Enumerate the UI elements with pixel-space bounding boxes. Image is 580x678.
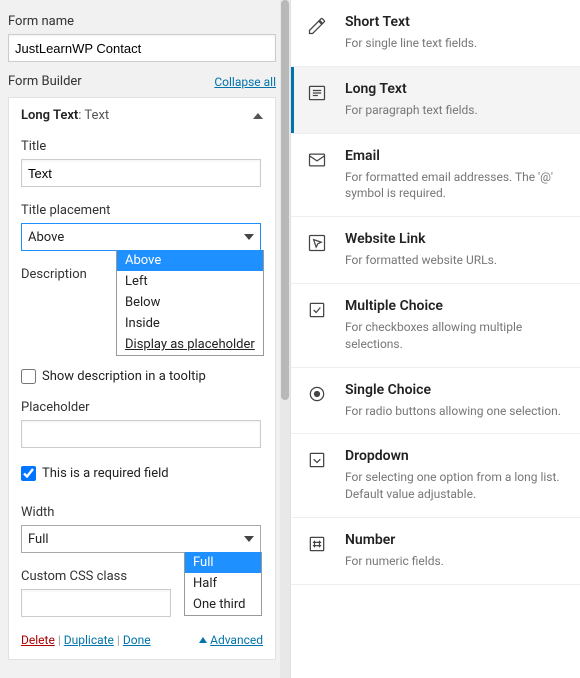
field-type-short-text[interactable]: Short Text For single line text fields. (291, 0, 580, 67)
field-name: Website Link (345, 231, 497, 247)
field-name: Email (345, 148, 562, 164)
option-above[interactable]: Above (117, 250, 263, 271)
paragraph-icon (307, 83, 327, 103)
option-left[interactable]: Left (117, 271, 263, 292)
field-desc: For formatted email addresses. The '@' s… (345, 169, 562, 203)
title-placement-select[interactable]: Above (21, 223, 261, 251)
field-type-multiple-choice[interactable]: Multiple Choice For checkboxes allowing … (291, 284, 580, 368)
done-link[interactable]: Done (123, 633, 151, 647)
chevron-up-icon[interactable] (253, 113, 263, 119)
field-desc: For numeric fields. (345, 553, 444, 570)
width-label: Width (21, 505, 263, 520)
title-label: Title (21, 139, 263, 154)
form-builder-left: Form name Form Builder Collapse all Long… (0, 0, 290, 678)
field-desc: For formatted website URLs. (345, 252, 497, 269)
collapse-all-link[interactable]: Collapse all (214, 75, 276, 89)
field-type-website-link[interactable]: Website Link For formatted website URLs. (291, 217, 580, 284)
advanced-link[interactable]: Advanced (199, 633, 263, 647)
checkbox-icon (307, 300, 327, 320)
chevron-down-icon (244, 234, 254, 240)
placeholder-label: Placeholder (21, 400, 263, 415)
field-type-email[interactable]: Email For formatted email addresses. The… (291, 134, 580, 218)
hash-icon (307, 534, 327, 554)
title-input[interactable] (21, 159, 261, 187)
field-name: Long Text (345, 81, 478, 97)
required-checkbox[interactable] (21, 466, 36, 481)
form-name-label: Form name (8, 14, 276, 29)
scrollbar-thumb[interactable] (281, 0, 289, 400)
css-class-input[interactable] (21, 589, 171, 617)
field-name: Single Choice (345, 382, 561, 398)
field-name: Multiple Choice (345, 298, 562, 314)
form-builder-heading: Form Builder (8, 74, 82, 89)
width-dropdown: Full Half One third (184, 552, 262, 616)
option-full[interactable]: Full (185, 552, 261, 573)
show-tooltip-label: Show description in a tooltip (42, 369, 206, 384)
envelope-icon (307, 150, 327, 170)
field-settings-panel: Long Text: Text Title Title placement Ab… (8, 97, 276, 660)
field-desc: For radio buttons allowing one selection… (345, 403, 561, 420)
width-select[interactable]: Full (21, 525, 261, 553)
field-type-dropdown[interactable]: Dropdown For selecting one option from a… (291, 434, 580, 518)
field-name: Number (345, 532, 444, 548)
option-inside[interactable]: Inside (117, 313, 263, 334)
field-name: Dropdown (345, 448, 562, 464)
delete-link[interactable]: Delete (21, 633, 55, 647)
field-types-list: Short Text For single line text fields. … (290, 0, 580, 678)
field-type-number[interactable]: Number For numeric fields. (291, 518, 580, 585)
field-desc: For paragraph text fields. (345, 102, 478, 119)
title-placement-label: Title placement (21, 203, 263, 218)
left-scrollbar[interactable] (280, 0, 290, 678)
option-half[interactable]: Half (185, 573, 261, 594)
form-name-input[interactable] (8, 34, 276, 62)
panel-title: Long Text: Text (21, 108, 109, 123)
radio-icon (307, 384, 327, 404)
field-desc: For checkboxes allowing multiple selecti… (345, 319, 562, 353)
pencil-icon (307, 16, 327, 36)
option-placeholder[interactable]: Display as placeholder (117, 334, 263, 355)
title-placement-dropdown: Above Left Below Inside Display as place… (116, 250, 264, 356)
field-desc: For single line text fields. (345, 35, 477, 52)
field-type-single-choice[interactable]: Single Choice For radio buttons allowing… (291, 368, 580, 435)
field-type-long-text[interactable]: Long Text For paragraph text fields. (291, 67, 580, 134)
dropdown-icon (307, 450, 327, 470)
field-name: Short Text (345, 14, 477, 30)
field-desc: For selecting one option from a long lis… (345, 469, 562, 503)
option-below[interactable]: Below (117, 292, 263, 313)
placeholder-input[interactable] (21, 420, 261, 448)
arrow-up-icon (199, 637, 207, 643)
chevron-down-icon (244, 536, 254, 542)
cursor-icon (307, 233, 327, 253)
required-label: This is a required field (42, 466, 169, 481)
show-tooltip-checkbox[interactable] (21, 369, 36, 384)
option-one-third[interactable]: One third (185, 594, 261, 615)
duplicate-link[interactable]: Duplicate (64, 633, 114, 647)
